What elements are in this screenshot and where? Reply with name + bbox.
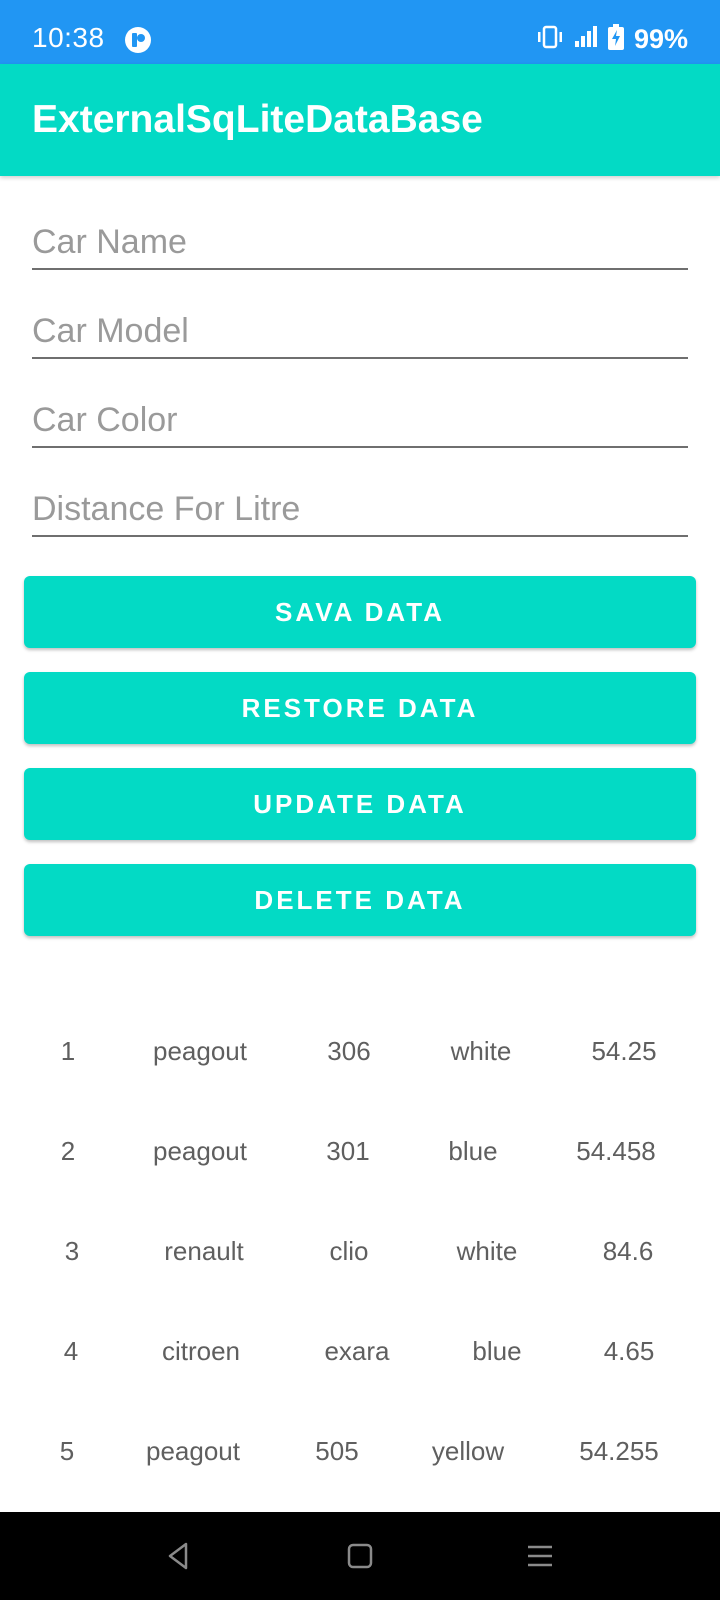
navigation-bar	[0, 1512, 720, 1600]
cell-id: 4	[63, 1336, 79, 1366]
status-time: 10:38	[32, 22, 105, 53]
car-model-field	[32, 287, 688, 359]
battery-charging-icon	[607, 23, 624, 55]
car-name-field	[32, 198, 688, 270]
cell-distance: 54.255	[579, 1436, 659, 1466]
table-row: 3 renault clio white 84.6	[0, 1222, 720, 1282]
table-row: 2 peagout 301 blue 54.458	[0, 1122, 720, 1182]
cell-color: blue	[448, 1136, 498, 1166]
status-bar: 10:38 99%	[0, 0, 720, 64]
app-notification-icon	[124, 26, 152, 54]
cell-distance: 54.25	[591, 1036, 657, 1066]
car-color-input[interactable]	[32, 401, 688, 440]
home-icon[interactable]	[344, 1540, 376, 1572]
car-name-input[interactable]	[32, 223, 688, 262]
distance-field	[32, 465, 688, 537]
app-title: ExternalSqLiteDataBase	[32, 98, 483, 141]
cell-distance: 84.6	[602, 1236, 654, 1266]
car-model-input[interactable]	[32, 312, 688, 351]
cell-model: 301	[326, 1136, 370, 1166]
signal-icon	[574, 25, 598, 53]
cell-model: exara	[324, 1336, 390, 1366]
save-data-button[interactable]: SAVA DATA	[24, 576, 696, 648]
cell-name: peagout	[146, 1436, 240, 1466]
menu-icon[interactable]	[524, 1540, 556, 1572]
car-color-field	[32, 376, 688, 448]
cell-id: 3	[64, 1236, 80, 1266]
cell-name: renault	[164, 1236, 244, 1266]
cell-id: 1	[60, 1036, 76, 1066]
app-bar: ExternalSqLiteDataBase	[0, 64, 720, 176]
cell-color: yellow	[431, 1436, 505, 1466]
cell-distance: 54.458	[576, 1136, 656, 1166]
distance-input[interactable]	[32, 490, 688, 529]
cell-distance: 4.65	[603, 1336, 655, 1366]
table-row: 4 citroen exara blue 4.65	[0, 1322, 720, 1382]
cell-id: 2	[60, 1136, 76, 1166]
cell-model: clio	[329, 1236, 369, 1266]
update-data-button[interactable]: UPDATE DATA	[24, 768, 696, 840]
cell-color: white	[456, 1236, 518, 1266]
cell-color: blue	[472, 1336, 522, 1366]
cell-id: 5	[59, 1436, 75, 1466]
vibrate-icon	[536, 25, 564, 54]
table-row: 1 peagout 306 white 54.25	[0, 1022, 720, 1082]
cell-model: 306	[327, 1036, 371, 1066]
restore-data-button[interactable]: RESTORE DATA	[24, 672, 696, 744]
cell-color: white	[450, 1036, 512, 1066]
battery-percent: 99%	[633, 23, 688, 54]
cell-name: peagout	[153, 1136, 247, 1166]
delete-data-button[interactable]: DELETE DATA	[24, 864, 696, 936]
table-row: 5 peagout 505 yellow 54.255	[0, 1422, 720, 1482]
status-icons: 99%	[536, 23, 688, 55]
cell-model: 505	[315, 1436, 359, 1466]
cell-name: citroen	[161, 1336, 241, 1366]
back-icon[interactable]	[162, 1540, 194, 1572]
cell-name: peagout	[153, 1036, 247, 1066]
